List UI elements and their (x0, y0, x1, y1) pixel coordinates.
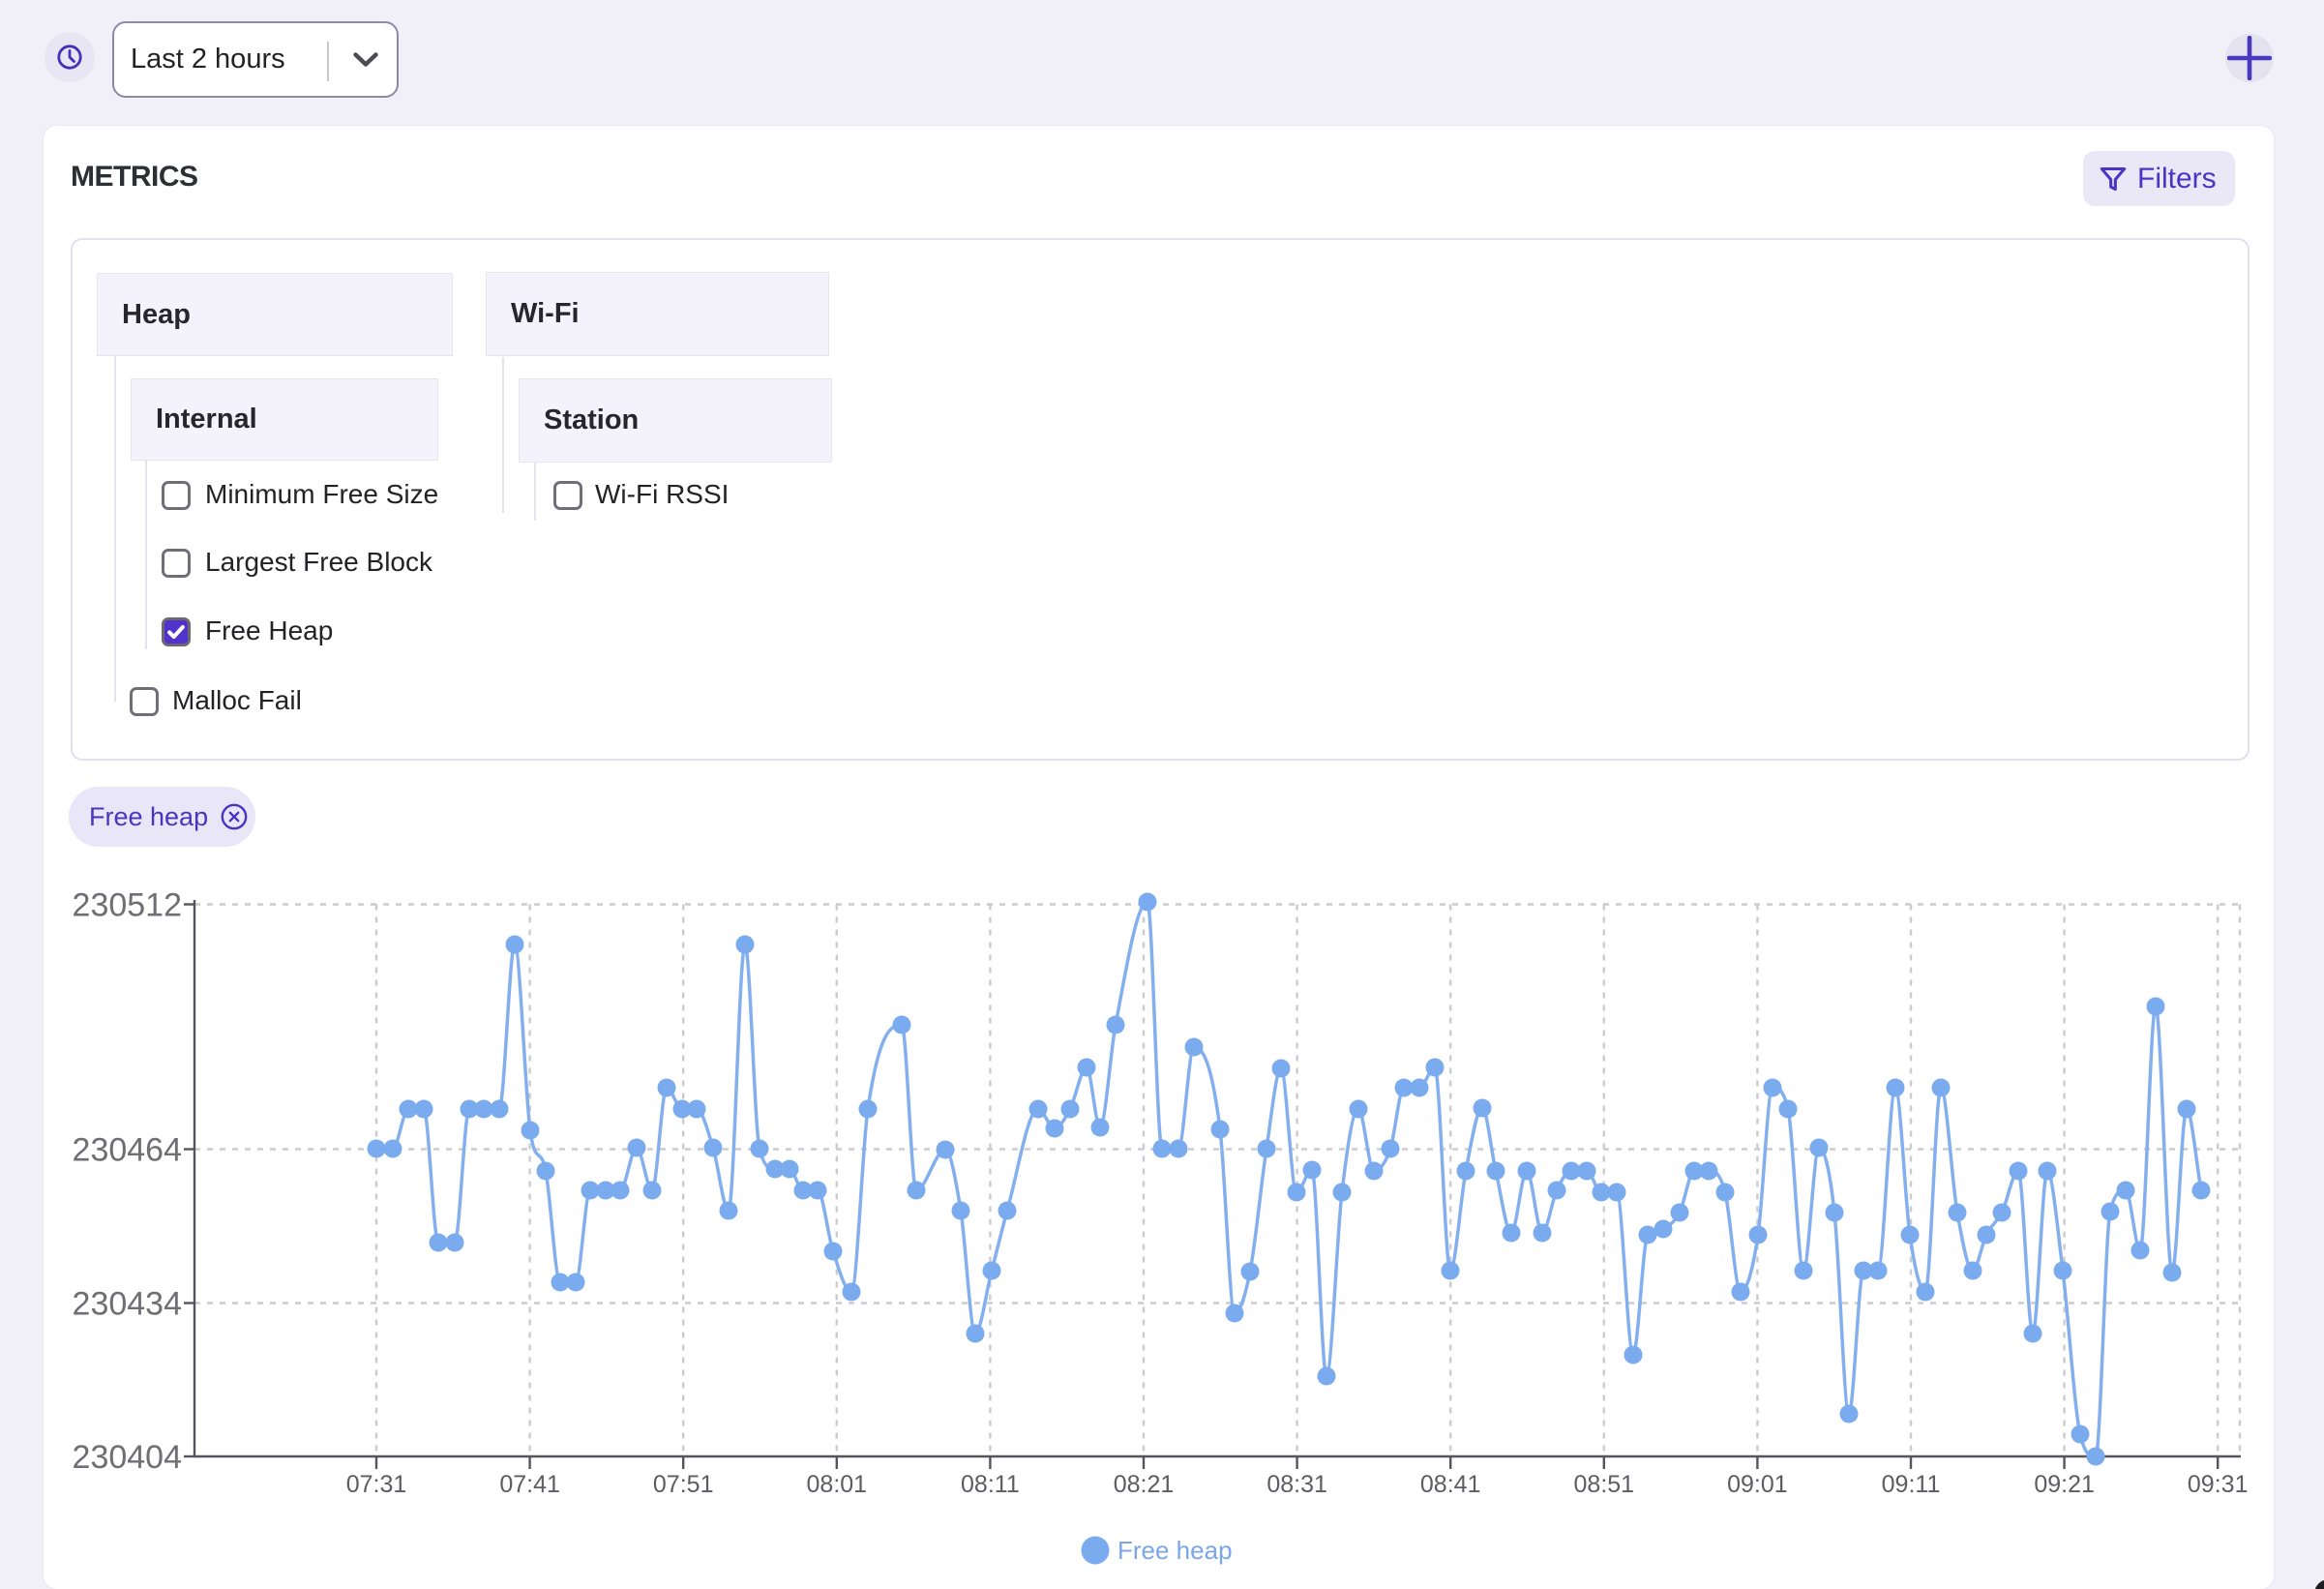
svg-text:07:41: 07:41 (499, 1471, 560, 1498)
svg-text:07:51: 07:51 (653, 1471, 714, 1498)
svg-text:08:11: 08:11 (961, 1471, 1020, 1498)
svg-text:09:21: 09:21 (2034, 1471, 2095, 1498)
svg-text:08:21: 08:21 (1114, 1471, 1175, 1498)
svg-text:230512: 230512 (73, 887, 182, 924)
svg-text:08:01: 08:01 (807, 1471, 868, 1498)
svg-text:08:41: 08:41 (1420, 1471, 1481, 1498)
svg-text:230404: 230404 (73, 1439, 182, 1476)
svg-text:Free heap: Free heap (1117, 1536, 1233, 1565)
svg-text:230464: 230464 (73, 1132, 182, 1169)
svg-text:07:31: 07:31 (346, 1471, 407, 1498)
svg-text:08:51: 08:51 (1574, 1471, 1635, 1498)
svg-text:09:31: 09:31 (2188, 1471, 2249, 1498)
svg-text:09:11: 09:11 (1882, 1471, 1941, 1498)
svg-text:230434: 230434 (73, 1286, 182, 1323)
svg-text:08:31: 08:31 (1266, 1471, 1327, 1498)
svg-text:09:01: 09:01 (1727, 1471, 1788, 1498)
